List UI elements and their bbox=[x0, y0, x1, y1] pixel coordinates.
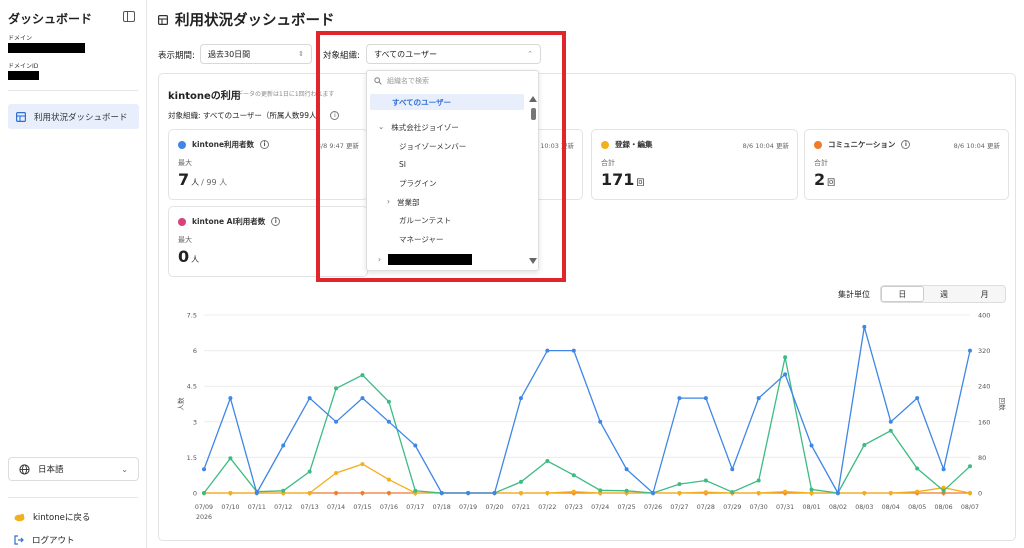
metric-value: 0人 bbox=[178, 247, 200, 266]
metric-value: 2回 bbox=[814, 170, 836, 189]
info-icon[interactable]: i bbox=[260, 140, 270, 149]
sidebar-divider-bottom bbox=[8, 497, 138, 498]
dropdown-item-org[interactable]: › 営業部 bbox=[387, 197, 420, 208]
period-label: 表示期間: bbox=[158, 51, 195, 61]
dashboard-icon bbox=[16, 111, 26, 122]
scroll-up-icon[interactable] bbox=[529, 96, 537, 102]
metric-card-register-edit: 登録・編集 8/6 10:04 更新 合計 171 回 bbox=[591, 129, 798, 200]
metric-title: kintone AI利用者数 i bbox=[192, 216, 281, 227]
dropdown-item-org[interactable]: ジョイゾーメンバー bbox=[399, 141, 466, 152]
dropdown-scrollbar[interactable] bbox=[529, 96, 537, 266]
sidebar-item-usage-dashboard[interactable]: 利用状況ダッシュボード bbox=[8, 104, 139, 129]
logout-link[interactable]: ログアウト bbox=[14, 534, 75, 546]
metric-title: 登録・編集 bbox=[615, 140, 653, 149]
redacted-org-name bbox=[388, 254, 472, 265]
org-dropdown: 組織名で検索 すべてのユーザー ⌄ 株式会社ジョイゾー ジョイゾーメンバー SI… bbox=[366, 70, 539, 271]
section-title: kintoneの利用 bbox=[168, 91, 241, 102]
collapse-sidebar-icon[interactable] bbox=[123, 11, 135, 22]
info-icon[interactable]: i bbox=[901, 140, 911, 149]
scroll-thumb[interactable] bbox=[531, 108, 536, 120]
target-org-line: 対象組織: すべてのユーザー（所属人数99人 i bbox=[168, 110, 340, 121]
metric-sub: 合計 bbox=[814, 159, 828, 167]
kintone-logo-icon bbox=[14, 513, 25, 521]
chevron-down-icon: ⌄ bbox=[121, 464, 128, 474]
dropdown-item-org[interactable]: プラグイン bbox=[399, 178, 437, 189]
logout-label: ログアウト bbox=[32, 536, 75, 546]
dropdown-item-org[interactable]: ガルーンテスト bbox=[399, 215, 451, 226]
metric-card-communication: コミュニケーション i 8/6 10:04 更新 合計 2回 bbox=[804, 129, 1009, 200]
dropdown-item-org[interactable]: マネージャー bbox=[399, 234, 443, 245]
dropdown-item-org-redacted[interactable]: › bbox=[378, 254, 472, 265]
updown-icon: ⇕ bbox=[298, 50, 304, 58]
language-select[interactable]: 日本語 ⌄ bbox=[8, 457, 139, 481]
domain-id-label: ドメインID bbox=[8, 63, 39, 70]
page-title: 利用状況ダッシュボード bbox=[158, 9, 335, 30]
metric-updated: 8/6 10:04 更新 bbox=[742, 142, 789, 150]
aggregation-label: 集計単位 bbox=[838, 290, 870, 299]
page-title-text: 利用状況ダッシュボード bbox=[175, 13, 335, 29]
metric-title: kintone利用者数 i bbox=[192, 139, 270, 150]
dropdown-item-company[interactable]: ⌄ 株式会社ジョイゾー bbox=[378, 122, 459, 133]
chevron-right-icon: › bbox=[378, 255, 381, 264]
globe-icon bbox=[19, 463, 30, 475]
aggregation-option-month[interactable]: 月 bbox=[964, 286, 1005, 302]
info-icon[interactable]: i bbox=[271, 217, 281, 226]
metric-value: 171 回 bbox=[601, 170, 645, 189]
back-to-kintone-link[interactable]: kintoneに戻る bbox=[14, 511, 90, 523]
logout-icon bbox=[14, 535, 24, 545]
period-value: 過去30日間 bbox=[208, 49, 251, 59]
series-color-dot bbox=[178, 141, 186, 149]
series-color-dot bbox=[601, 141, 609, 149]
aggregation-option-day[interactable]: 日 bbox=[881, 286, 924, 302]
metric-updated: 8/6 10:04 更新 bbox=[953, 142, 1000, 150]
series-color-dot bbox=[178, 218, 186, 226]
period-select[interactable]: 過去30日間 ⇕ bbox=[200, 44, 312, 64]
org-search-input[interactable]: 組織名で検索 bbox=[374, 76, 429, 86]
target-org-text: 対象組織: すべてのユーザー（所属人数99人 bbox=[168, 111, 317, 120]
search-icon bbox=[374, 77, 382, 85]
metric-title: コミュニケーション i bbox=[828, 139, 911, 150]
redacted-domain bbox=[8, 43, 85, 53]
series-color-dot bbox=[814, 141, 822, 149]
metric-sub: 合計 bbox=[601, 159, 615, 167]
language-value: 日本語 bbox=[38, 465, 64, 475]
scroll-down-icon[interactable] bbox=[529, 258, 537, 264]
sidebar-divider bbox=[8, 90, 138, 91]
search-placeholder: 組織名で検索 bbox=[387, 77, 429, 85]
sidebar: ダッシュボード ドメイン ドメインID 利用状況ダッシュボード 日本語 ⌄ ki… bbox=[0, 0, 147, 548]
dashboard-icon bbox=[158, 14, 168, 25]
sidebar-title: ダッシュボード bbox=[8, 12, 93, 26]
metric-sub: 最大 bbox=[178, 159, 192, 167]
domain-label: ドメイン bbox=[8, 35, 33, 42]
metric-value: 7 人/ 99 人 bbox=[178, 170, 228, 189]
aggregation-option-week[interactable]: 週 bbox=[924, 286, 965, 302]
chevron-down-icon: ⌄ bbox=[378, 122, 385, 131]
redacted-domain-id bbox=[8, 71, 39, 80]
dropdown-item-all-users[interactable]: すべてのユーザー bbox=[370, 94, 524, 110]
dropdown-item-org[interactable]: SI bbox=[399, 160, 406, 169]
back-link-label: kintoneに戻る bbox=[33, 513, 91, 523]
sidebar-item-label: 利用状況ダッシュボード bbox=[34, 112, 128, 123]
aggregation-toggle: 日 週 月 bbox=[880, 285, 1006, 303]
chevron-right-icon: › bbox=[387, 197, 390, 206]
metric-sub: 最大 bbox=[178, 236, 192, 244]
